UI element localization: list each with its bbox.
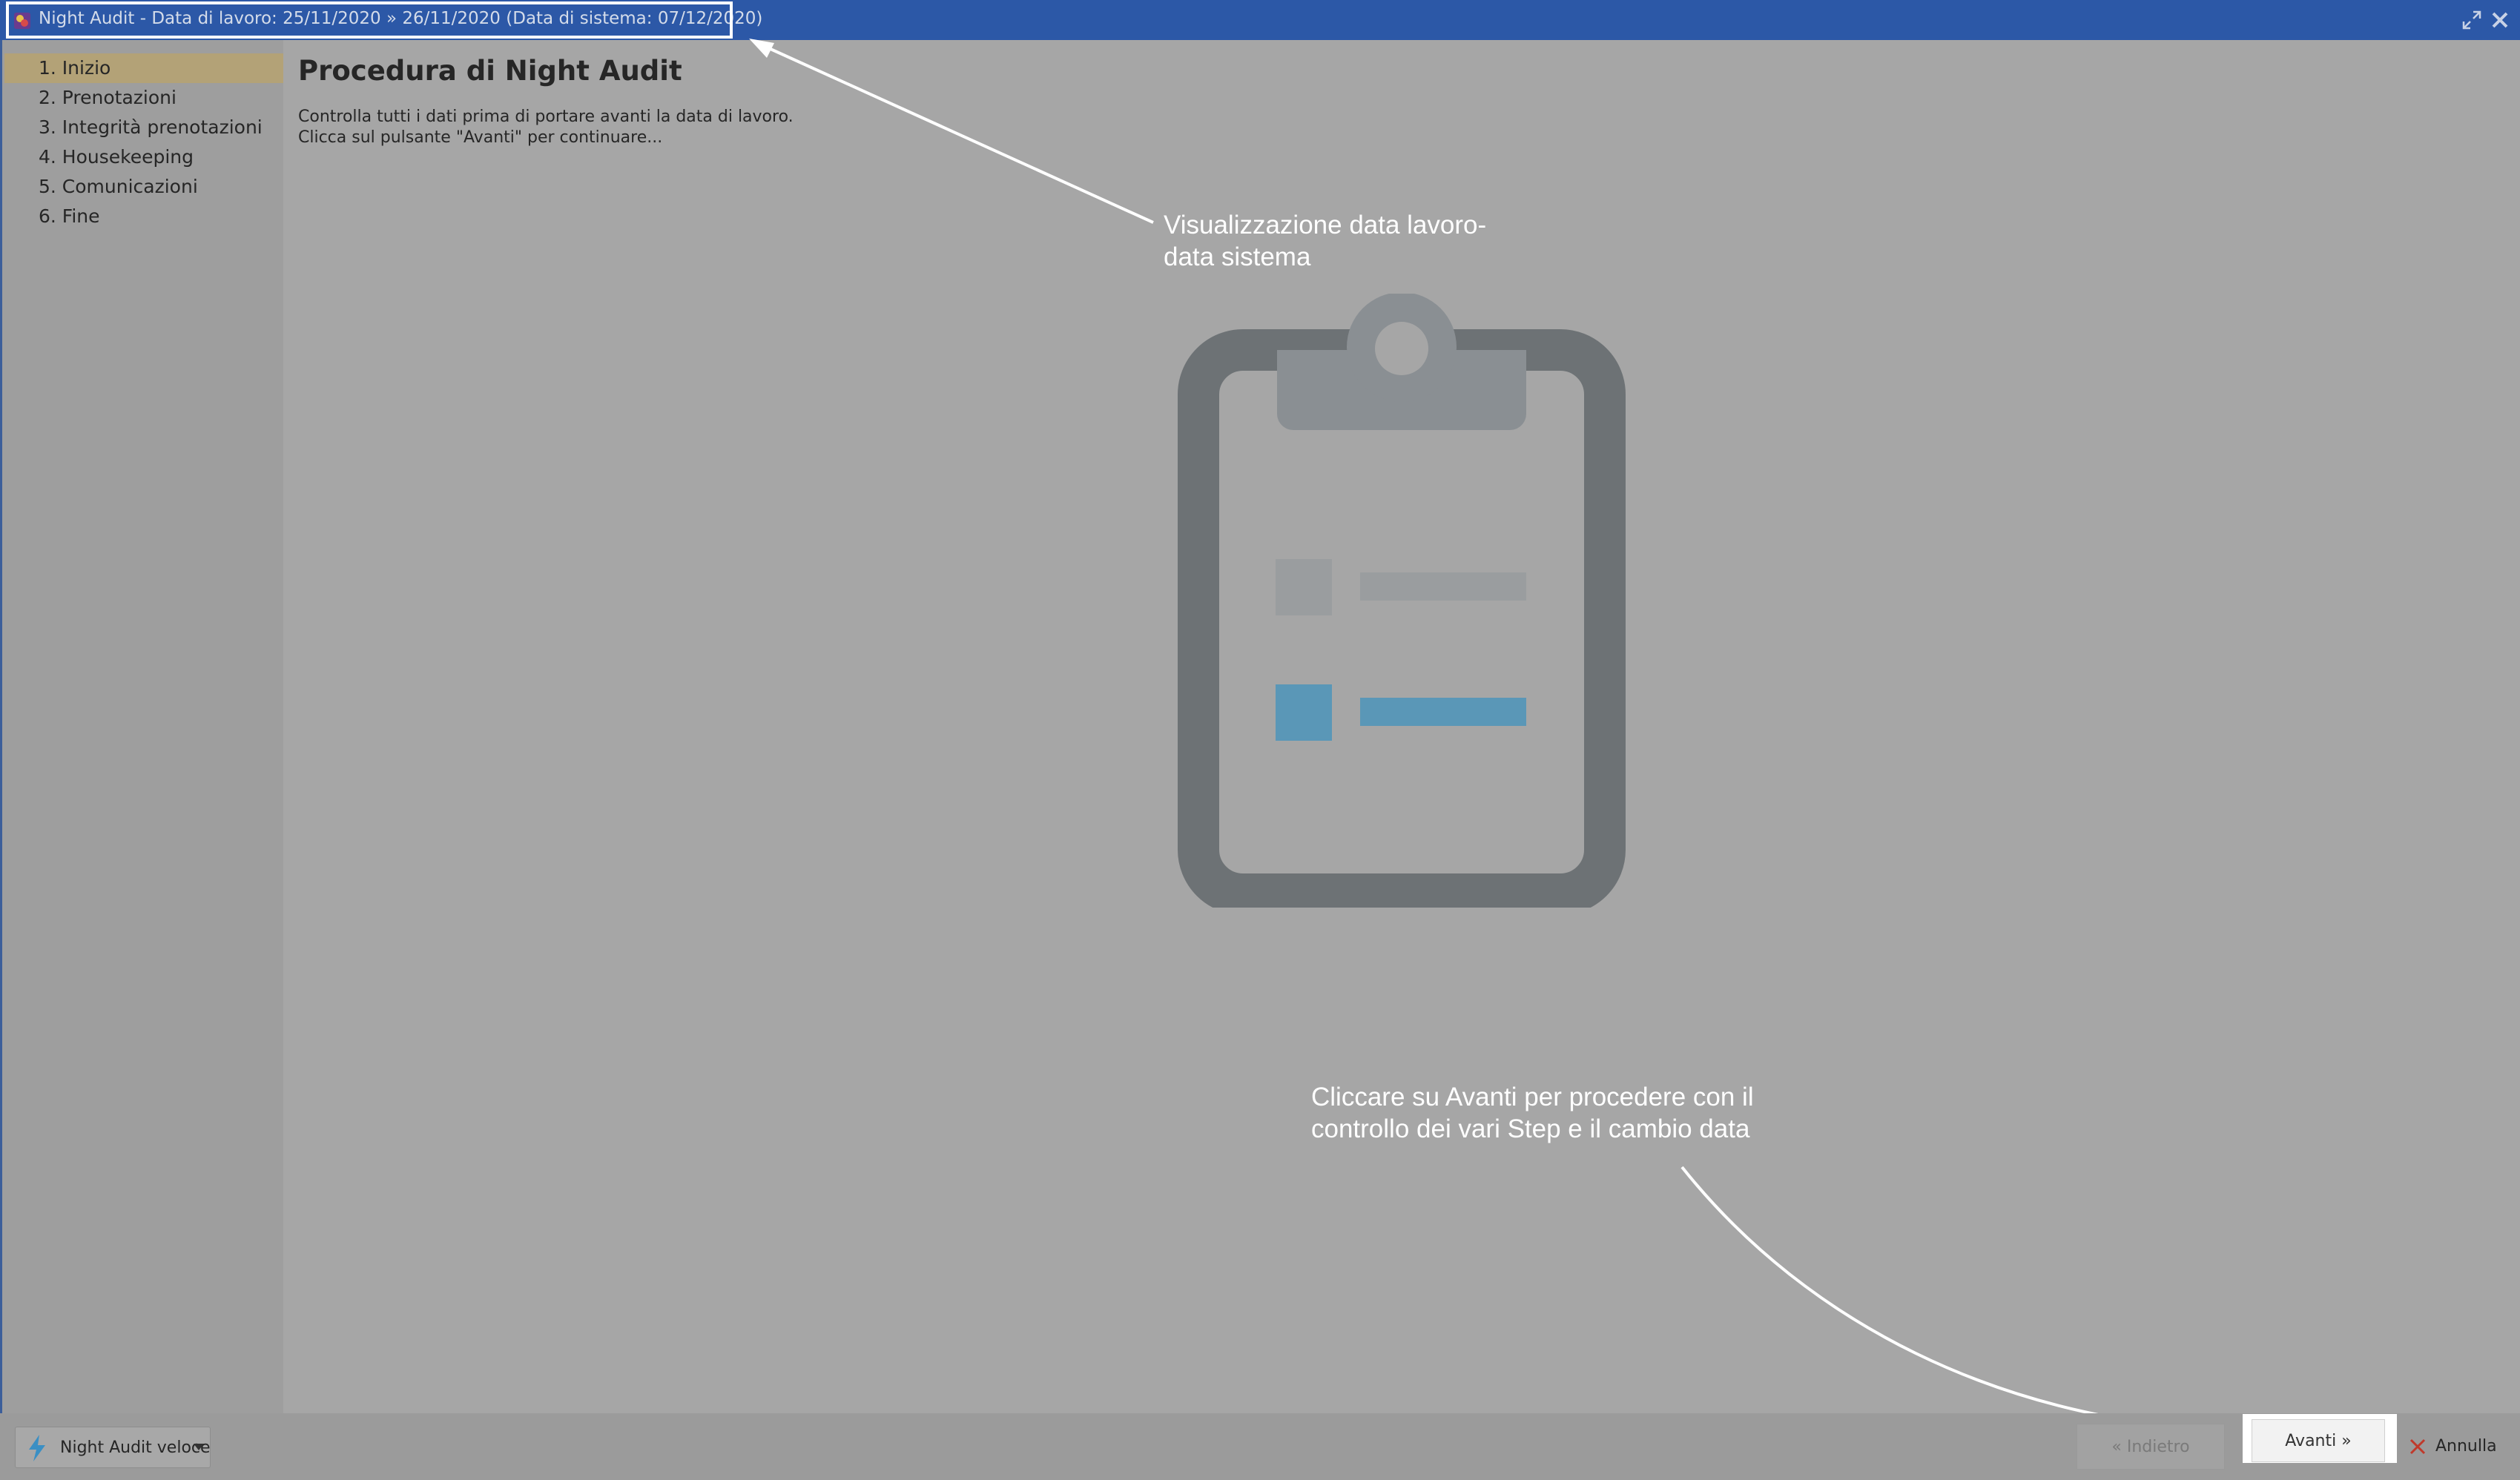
clipboard-checklist-icon	[1178, 294, 1626, 908]
close-window-button[interactable]	[2489, 9, 2511, 31]
annotation-next-note-line-1: Cliccare su Avanti per procedere con il	[1311, 1083, 1754, 1111]
close-x-icon	[2409, 1438, 2426, 1455]
cancel-label: Annulla	[2435, 1437, 2497, 1456]
night-audit-fast-label: Night Audit veloce	[60, 1438, 211, 1457]
description-line-2: Clicca sul pulsante "Avanti" per continu…	[298, 128, 663, 147]
sidebar-item-comunicazioni[interactable]: 5. Comunicazioni	[4, 172, 283, 202]
sidebar-item-prenotazioni[interactable]: 2. Prenotazioni	[4, 83, 283, 113]
next-button[interactable]: Avanti »	[2252, 1419, 2385, 1462]
maximize-button[interactable]	[2461, 9, 2483, 31]
annotation-date-note-line-1: Visualizzazione data lavoro-	[1164, 211, 1487, 239]
sidebar-item-housekeeping[interactable]: 4. Housekeeping	[4, 142, 283, 172]
sidebar-item-fine[interactable]: 6. Fine	[4, 202, 283, 231]
steps-sidebar: 1. Inizio 2. Prenotazioni 3. Integrità p…	[0, 40, 283, 1413]
annotation-next-note-line-2: controllo dei vari Step e il cambio data	[1311, 1114, 1750, 1143]
maximize-icon	[2462, 10, 2481, 30]
title-highlight-frame	[6, 1, 733, 39]
back-button[interactable]: « Indietro	[2077, 1424, 2225, 1470]
page-title: Procedura di Night Audit	[298, 55, 682, 87]
close-icon	[2492, 12, 2508, 28]
chevron-down-icon	[194, 1444, 204, 1450]
annotation-date-note-line-2: data sistema	[1164, 242, 1311, 271]
lightning-icon	[29, 1435, 45, 1461]
cancel-button[interactable]: Annulla	[2403, 1424, 2507, 1470]
description-line-1: Controlla tutti i dati prima di portare …	[298, 108, 794, 126]
night-audit-fast-button[interactable]: Night Audit veloce	[15, 1427, 211, 1468]
sidebar-item-inizio[interactable]: 1. Inizio	[4, 53, 283, 83]
sidebar-item-integrita-prenotazioni[interactable]: 3. Integrità prenotazioni	[4, 113, 283, 142]
footer-toolbar: Night Audit veloce « Indietro Annulla	[0, 1413, 2520, 1480]
